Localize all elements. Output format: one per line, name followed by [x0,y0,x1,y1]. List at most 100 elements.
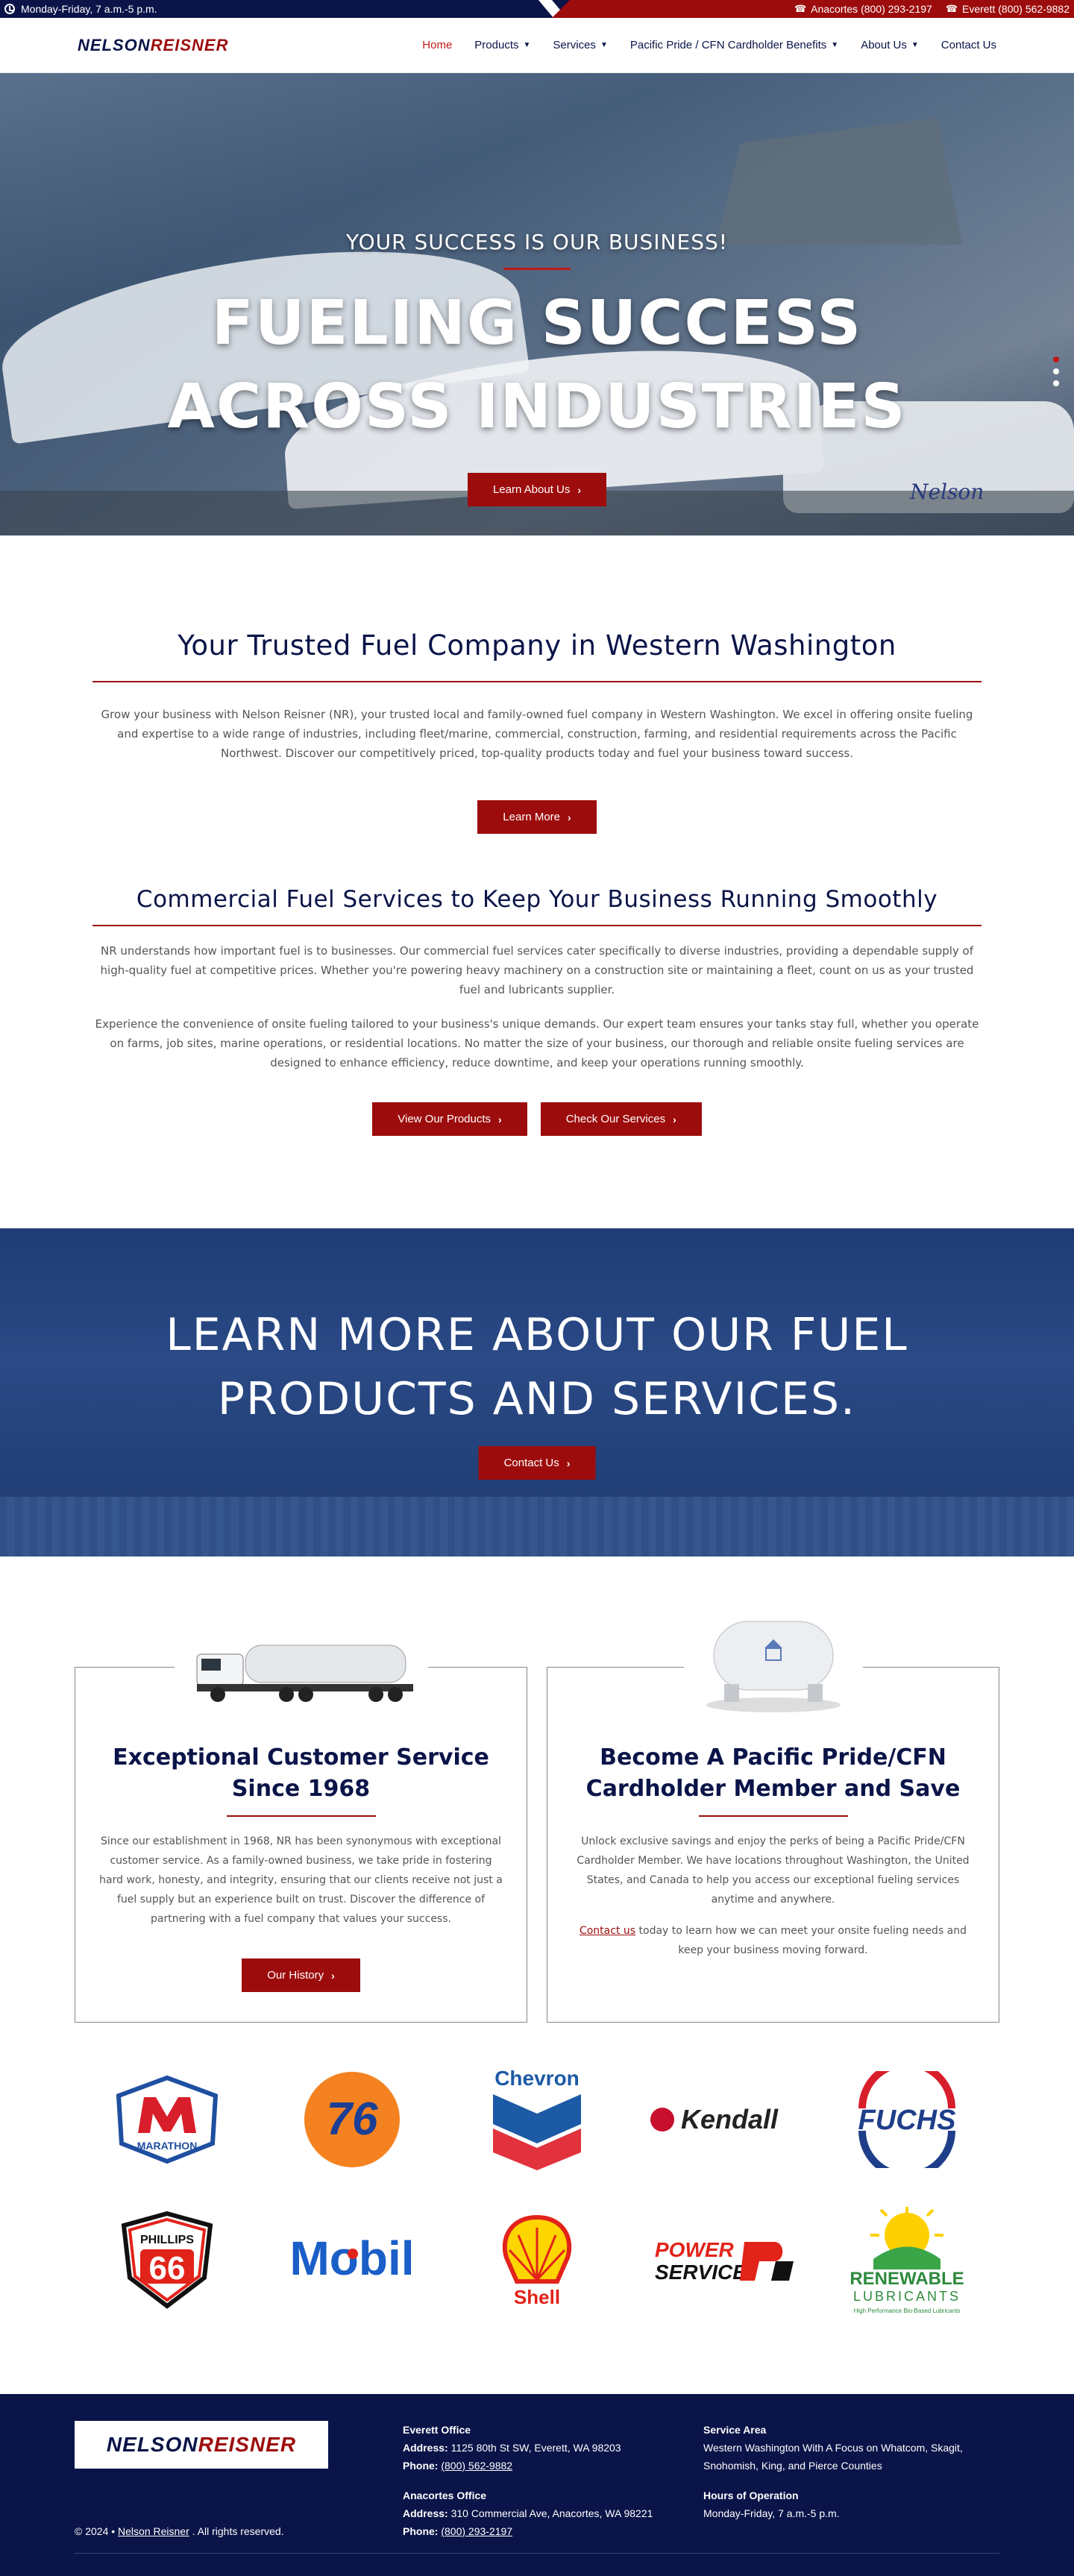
button-label: Check Our Services [565,1113,666,1125]
site-header: NELSONREISNER Home Products ▼ Services ▼ P… [0,18,1074,73]
contact-us-button[interactable]: Contact Us › [478,1446,596,1480]
card-text-continued: today to learn how we can meet your onsi… [635,1925,967,1956]
copyright: © 2024 • Nelson Reisner . All rights res… [75,2525,284,2537]
cta-title-line: LEARN MORE ABOUT OUR FUEL [166,1309,908,1361]
top-bar: Monday-Friday, 7 a.m.-5 p.m. ☎ Anacortes… [0,0,1074,18]
phone-icon: ☎ [794,3,807,14]
service-area-text: Western Washington With A Focus on Whatc… [703,2442,963,2472]
learn-more-button[interactable]: Learn More › [477,800,597,834]
view-products-button[interactable]: View Our Products › [372,1102,527,1136]
address-text: 1125 80th St SW, Everett, WA 98203 [450,2442,621,2454]
lubricants-text: LUBRICANTS [853,2289,961,2304]
hours-text: Monday-Friday, 7 a.m.-5 p.m. [703,2507,840,2519]
nav-pacific-pride[interactable]: Pacific Pride / CFN Cardholder Benefits ▼ [630,39,838,51]
card-title: Exceptional Customer Service Since 1968 [98,1742,504,1805]
intro-title: Your Trusted Fuel Company in Western Was… [178,629,896,662]
nav-contact-us[interactable]: Contact Us [941,39,996,51]
service-area: Service Area Western Washington With A F… [703,2421,1002,2475]
hours-text: Monday-Friday, 7 a.m.-5 p.m. [21,3,157,15]
commercial-text: NR understands how important fuel is to … [100,944,974,996]
marathon-text: MARATHON [137,2140,198,2152]
address-text: 310 Commercial Ave, Anacortes, WA 98221 [450,2507,653,2519]
hero-title: FUELING SUCCESS ACROSS INDUSTRIES [0,282,1074,449]
card-title: Become A Pacific Pride/CFN Cardholder Me… [570,1742,976,1805]
office-title: Anacortes Office [403,2489,487,2501]
nav-about-us[interactable]: About Us ▼ [861,39,919,51]
card-divider [226,1815,376,1817]
hours-title: Hours of Operation [703,2489,799,2501]
chevron-right-icon: › [577,483,582,496]
button-label: Learn About Us [492,483,571,496]
slider-dot[interactable] [1053,368,1059,374]
chevron-right-icon: › [498,1113,502,1125]
learn-about-us-button[interactable]: Learn About Us › [467,473,607,506]
nav-products[interactable]: Products ▼ [474,39,530,51]
button-label: Contact Us [503,1457,559,1469]
card-title-line: Cardholder Member and Save [585,1776,961,1802]
phone-links: ☎ Anacortes (800) 293-2197 ☎ Everett (80… [794,0,1070,18]
nav-services[interactable]: Services ▼ [553,39,607,51]
slider-dot[interactable] [1053,380,1059,386]
check-services-button[interactable]: Check Our Services › [540,1102,702,1136]
customer-service-card: Exceptional Customer Service Since 1968 … [75,1624,527,2023]
nav-label: Contact Us [940,39,996,51]
clock-icon [4,4,15,14]
hero-divider [503,268,571,270]
phone-link[interactable]: (800) 293-2197 [441,2525,512,2537]
kendall-logo: Kendall [629,2067,814,2172]
chevron-down-icon: ▼ [523,41,531,49]
footer-logo[interactable]: NELSONREISNER [75,2421,328,2469]
phone-link[interactable]: (800) 562-9882 [441,2460,512,2472]
contact-us-link[interactable]: Contact us [580,1925,635,1937]
feature-cards: Exceptional Customer Service Since 1968 … [0,1600,1074,2023]
chevron-text: Chevron [494,2067,580,2090]
fuchs-logo: FUCHS [814,2067,999,2172]
phone-link-anacortes[interactable]: ☎ Anacortes (800) 293-2197 [794,3,932,15]
phone-text: Anacortes (800) 293-2197 [811,3,932,15]
phone-label: Phone: [403,2460,439,2472]
card-text: Contact us today to learn how we can mee… [570,1921,976,1960]
phone-label: Phone: [403,2525,439,2537]
shell-logo: Shell [445,2209,629,2313]
76-logo: 76 [260,2067,445,2172]
commercial-buttons: View Our Products › Check Our Services › [92,1102,982,1136]
office-title: Everett Office [403,2424,471,2436]
chevron-right-icon: › [673,1113,676,1125]
our-history-button[interactable]: Our History › [242,1958,360,1992]
address-label: Address: [403,2442,448,2454]
slider-dot[interactable] [1053,356,1059,362]
slider-dots [1053,356,1059,386]
service-text: SERVICE [655,2261,747,2284]
phillips-66-logo: PHILLIPS 66 [75,2209,260,2313]
card-divider [698,1815,848,1817]
copyright-prefix: © 2024 • [75,2525,116,2537]
footer-divider [75,2553,999,2554]
chevron-down-icon: ▼ [911,41,919,49]
site-logo[interactable]: NELSONREISNER [78,36,228,55]
shell-text: Shell [514,2286,560,2308]
phone-link-everett[interactable]: ☎ Everett (800) 562-9882 [946,3,1070,15]
kendall-text: Kendall [681,2104,779,2134]
phillips-66-text: 66 [149,2250,186,2287]
brand-logos: MARATHON 76 Chevron Kendall FUCHS PHILLI… [0,2023,1074,2314]
copyright-link[interactable]: Nelson Reisner [118,2525,189,2537]
pacific-pride-card: Become A Pacific Pride/CFN Cardholder Me… [547,1600,999,2023]
nav-label: About Us [861,39,907,51]
card-title-line: Become A Pacific Pride/CFN [600,1744,946,1771]
copyright-suffix: . All rights reserved. [192,2525,284,2537]
button-label: Learn More [503,811,561,823]
nav-home[interactable]: Home [422,39,452,51]
chevron-right-icon: › [331,1969,335,1982]
logo-part-reisner: REISNER [150,35,229,54]
chevron-down-icon: ▼ [831,41,839,49]
chevron-logo: Chevron [445,2067,629,2172]
chevron-right-icon: › [566,1457,571,1469]
cta-title: LEARN MORE ABOUT OUR FUEL PRODUCTS AND S… [0,1303,1074,1431]
card-text: Since our establishment in 1968, NR has … [99,1835,503,1925]
mobil-logo: Mobil [260,2209,445,2313]
hero-title-line: ACROSS INDUSTRIES [167,371,907,442]
hours-info: Monday-Friday, 7 a.m.-5 p.m. [0,0,157,18]
phone-text: Everett (800) 562-9882 [962,3,1070,15]
chevron-right-icon: › [568,811,571,823]
anacortes-office: Anacortes Office Address: 310 Commercial… [403,2487,653,2540]
